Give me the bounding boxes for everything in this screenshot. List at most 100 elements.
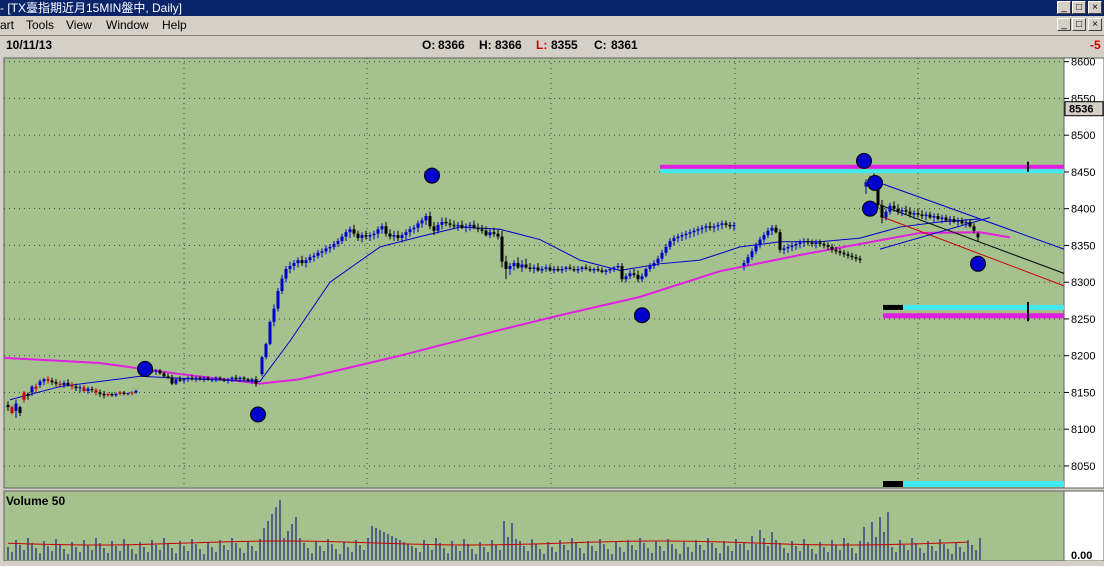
candle-body: [86, 388, 90, 391]
candle-body: [34, 386, 38, 389]
menu-view[interactable]: View: [66, 16, 92, 34]
candle-body: [732, 224, 736, 227]
close-value: 8361: [611, 38, 638, 52]
volume-panel[interactable]: [3, 490, 1065, 562]
price-tick-label: 8100: [1071, 424, 1095, 436]
candle-body: [850, 255, 854, 258]
price-tick-label: 8050: [1071, 461, 1095, 473]
candle-body: [492, 232, 496, 234]
candle-body: [814, 242, 818, 244]
candle-body: [352, 229, 356, 234]
candle-body: [916, 213, 920, 215]
menu-tools[interactable]: Tools: [26, 16, 54, 34]
candle-body: [834, 249, 838, 252]
candle-body: [420, 220, 424, 224]
mdi-minimize-button[interactable]: _: [1057, 18, 1071, 31]
candle-body: [636, 274, 640, 280]
candle-body: [620, 266, 624, 280]
candle-body: [94, 390, 98, 393]
candle-body: [664, 246, 668, 253]
candle-body: [880, 205, 884, 218]
candle-body: [22, 392, 26, 400]
candle-body: [380, 226, 384, 230]
high-label: H:: [479, 38, 492, 52]
candle-body: [696, 229, 700, 231]
price-tick-label: 8600: [1071, 57, 1095, 69]
minimize-button[interactable]: _: [1057, 1, 1071, 14]
candle-body: [798, 242, 802, 244]
open-label: O:: [422, 38, 436, 52]
title-bar: - [TX臺指期近月15MIN盤中, Daily]: [0, 0, 1104, 16]
candle-body: [742, 263, 746, 267]
price-tick-label: 8450: [1071, 167, 1095, 179]
candle-body: [940, 217, 944, 219]
candle-body: [750, 251, 754, 258]
candle-body: [976, 233, 980, 238]
candle-body: [676, 236, 680, 239]
candle-body: [838, 251, 842, 253]
candle-body: [932, 216, 936, 218]
close-label: C:: [594, 38, 607, 52]
candle-body: [336, 241, 340, 244]
candle-body: [238, 377, 242, 380]
candle-body: [600, 270, 604, 272]
wave-circle-marker: [424, 167, 440, 184]
candle-body: [74, 386, 78, 389]
candle-body: [766, 230, 770, 236]
candle-body: [972, 226, 976, 231]
candle-body: [246, 379, 250, 381]
candle-body: [944, 217, 948, 221]
menu-window[interactable]: Window: [106, 16, 149, 34]
candle-body: [332, 243, 336, 247]
candle-body: [82, 387, 86, 391]
candle-body: [830, 246, 834, 250]
candle-body: [672, 238, 676, 242]
candle-body: [568, 267, 572, 269]
candle-body: [284, 268, 288, 279]
candle-body: [30, 386, 34, 393]
candle-body: [468, 224, 472, 227]
candle-body: [316, 252, 320, 256]
candle-body: [564, 267, 568, 269]
price-tick-label: 8350: [1071, 240, 1095, 252]
candle-body: [392, 235, 396, 237]
candle-body: [720, 223, 724, 225]
candle-body: [388, 233, 392, 237]
candle-body: [416, 223, 420, 228]
candle-body: [624, 276, 628, 280]
mdi-close-button[interactable]: ×: [1088, 18, 1102, 31]
menu-help[interactable]: Help: [162, 16, 187, 34]
candle-body: [268, 321, 272, 344]
chart-area[interactable]: 8600 8550 8500 8450 8400 8350 8300 8250 8200 8150…: [0, 55, 1104, 562]
candle-body: [708, 226, 712, 228]
close-button[interactable]: ×: [1088, 1, 1102, 14]
menu-chart[interactable]: art: [0, 16, 14, 34]
candle-body: [822, 243, 826, 246]
candle-body: [190, 377, 194, 380]
candle-body: [596, 268, 600, 271]
candle-body: [786, 246, 790, 249]
candle-body: [432, 226, 436, 231]
candle-body: [162, 373, 166, 377]
candle-body: [548, 267, 552, 271]
wave-circle-marker: [970, 255, 986, 272]
candle-body: [14, 403, 18, 411]
mdi-restore-button[interactable]: □: [1072, 18, 1086, 31]
candle-body: [924, 214, 928, 217]
volume-tick-label: 0.00: [1071, 550, 1092, 561]
candle-body: [920, 214, 924, 217]
candle-body: [118, 392, 122, 394]
maximize-button[interactable]: □: [1072, 1, 1086, 14]
candle-body: [66, 382, 70, 386]
candle-body: [904, 210, 908, 212]
candle-body: [444, 221, 448, 224]
open-value: 8366: [438, 38, 465, 52]
candle-body: [608, 268, 612, 271]
candle-body: [400, 235, 404, 239]
candle-body: [230, 377, 234, 380]
candle-body: [6, 404, 10, 408]
candle-body: [106, 393, 110, 396]
candle-body: [770, 227, 774, 231]
candle-body: [762, 235, 766, 240]
candle-body: [896, 208, 900, 212]
